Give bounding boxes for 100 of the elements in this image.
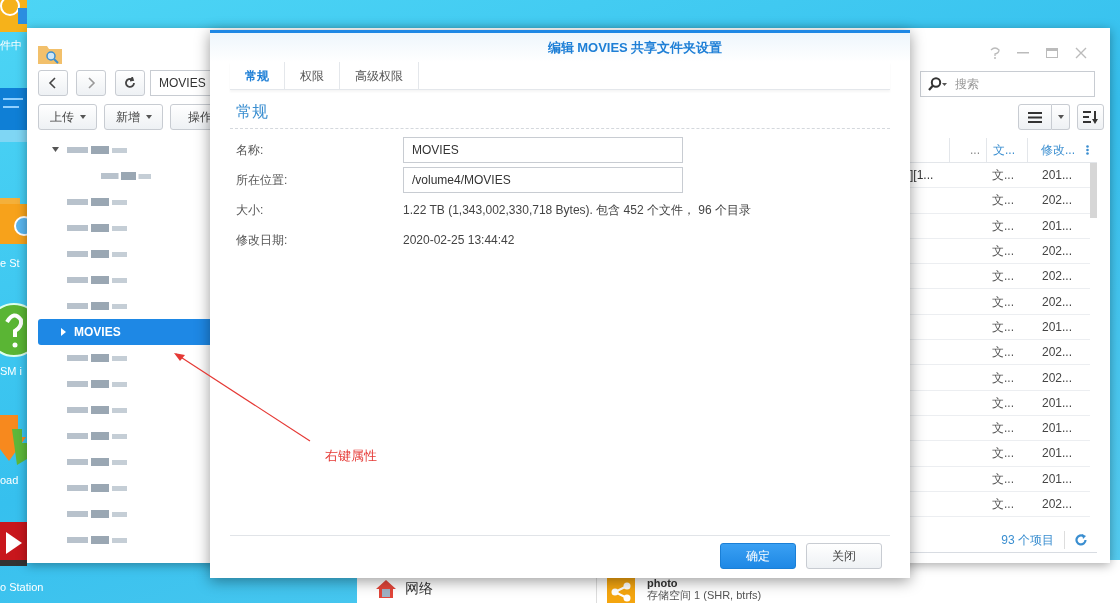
table-cell-text: 文... <box>991 420 1015 438</box>
tree-item-label: MOVIES <box>74 324 121 341</box>
sort-icon <box>1083 110 1098 124</box>
desktop-icon-label: e St <box>0 258 20 269</box>
search-icon[interactable] <box>928 77 948 91</box>
field-label: 修改日期: <box>235 232 289 249</box>
table-cell-text: 文... <box>991 369 1015 387</box>
close-button[interactable]: 关闭 <box>806 542 882 569</box>
help-icon[interactable] <box>0 302 27 358</box>
table-cell-text: 202... <box>1041 243 1073 261</box>
blurred-label <box>67 483 127 493</box>
search-field[interactable]: 搜索 <box>920 71 1095 97</box>
tab[interactable]: 常规 <box>230 62 285 89</box>
blurred-label <box>67 145 127 155</box>
caret-icon <box>145 115 152 119</box>
sidebar-item[interactable]: 网络 <box>405 578 433 599</box>
blurred-label <box>67 275 127 285</box>
blurred-label <box>67 405 127 415</box>
sort-button[interactable] <box>1077 104 1104 130</box>
table-cell: ][1... <box>910 168 934 183</box>
collapsed-triangle-icon[interactable] <box>60 328 66 336</box>
blurred-label <box>67 197 127 207</box>
blurred-label <box>101 171 151 181</box>
chevron-right-icon <box>85 77 97 89</box>
table-cell-text: 201... <box>1041 318 1073 336</box>
table-cell-text: 201... <box>1041 470 1073 488</box>
share-icon[interactable] <box>607 578 635 603</box>
help-icon[interactable] <box>990 47 1000 59</box>
section-title: 常规 <box>235 103 268 120</box>
toolbar-button[interactable]: 上传 <box>38 104 97 130</box>
refresh-icon <box>124 77 136 89</box>
table-cell-text: 文... <box>991 318 1015 336</box>
table-cell-text: 文... <box>991 394 1015 412</box>
refresh-icon[interactable] <box>1075 534 1087 546</box>
table-cell-text: 文... <box>991 470 1015 488</box>
table-cell-text: 202... <box>1041 192 1073 210</box>
download-icon[interactable] <box>0 415 27 467</box>
table-cell-text: 202... <box>1041 369 1073 387</box>
folder-icon[interactable] <box>0 198 27 244</box>
scrollbar[interactable] <box>1090 163 1097 218</box>
field-label: 所在位置: <box>235 172 289 189</box>
close-icon[interactable] <box>1075 47 1087 59</box>
table-cell-text: 201... <box>1041 394 1073 412</box>
blurred-label <box>67 249 127 259</box>
more-icon[interactable] <box>1086 145 1089 155</box>
video-icon[interactable] <box>0 522 27 566</box>
screen-icon[interactable] <box>0 88 27 142</box>
view-dropdown-button[interactable] <box>1052 104 1070 130</box>
list-view-button[interactable] <box>1018 104 1052 130</box>
column-header[interactable]: 文... <box>987 138 1028 162</box>
table-cell-text: 文... <box>991 293 1015 311</box>
table-cell-text: 文... <box>991 217 1015 235</box>
blurred-label <box>67 223 127 233</box>
tree-item[interactable]: MOVIES <box>38 319 210 345</box>
blurred-label <box>67 379 127 389</box>
field-label: 名称: <box>235 142 265 159</box>
table-cell-text: 202... <box>1041 293 1073 311</box>
minimize-icon[interactable] <box>1017 52 1029 54</box>
caret-icon <box>1057 115 1064 119</box>
table-cell-text: 文... <box>991 192 1015 210</box>
text-field[interactable]: /volume4/MOVIES <box>403 167 683 193</box>
blurred-label <box>67 509 127 519</box>
folder-search-icon <box>38 44 62 64</box>
field-value: 2020-02-25 13:44:42 <box>403 232 515 249</box>
blurred-label <box>67 431 127 441</box>
dialog-title: 编辑 MOVIES 共享文件夹设置 <box>546 38 723 57</box>
desktop-icon-label: o Station <box>0 582 44 593</box>
table-cell-text: 202... <box>1041 496 1073 513</box>
desktop-icon-label: oad <box>0 475 19 486</box>
back-button[interactable] <box>38 70 68 96</box>
annotation-text: 右键属性 <box>325 447 377 465</box>
blurred-label <box>67 457 127 467</box>
home-icon[interactable] <box>375 579 397 599</box>
blurred-label <box>67 535 127 545</box>
table-cell-text: 文... <box>991 496 1015 513</box>
field-value: 1.22 TB (1,343,002,330,718 Bytes). 包含 452 个文件， 96 个目录 <box>403 202 751 219</box>
item-count: 93 个项目 <box>1001 531 1065 549</box>
desktop-icon-label: 件中 <box>0 40 22 51</box>
table-cell-text: 文... <box>991 243 1015 261</box>
menu-icon <box>1028 111 1042 123</box>
share-detail: 存储空间 1 (SHR, btrfs) <box>647 589 762 602</box>
table-cell-text: 文... <box>991 268 1015 286</box>
text-field[interactable]: MOVIES <box>403 137 683 163</box>
tab[interactable]: 高级权限 <box>340 62 419 89</box>
expanded-triangle-icon[interactable] <box>52 146 59 154</box>
toolbar-button[interactable]: 新增 <box>104 104 163 130</box>
column-header[interactable]: ... <box>950 138 987 162</box>
caret-icon <box>79 115 86 119</box>
table-cell-text: 202... <box>1041 268 1073 286</box>
column-header[interactable]: 修改... <box>1028 138 1086 162</box>
refresh-button[interactable] <box>115 70 145 96</box>
maximize-icon[interactable] <box>1046 48 1058 58</box>
table-cell-text: 202... <box>1041 344 1073 362</box>
forward-button[interactable] <box>76 70 106 96</box>
tab[interactable]: 权限 <box>285 62 340 89</box>
share-name: photo <box>647 577 679 589</box>
chevron-left-icon <box>47 77 59 89</box>
desktop-icon-label: SM i <box>0 366 22 377</box>
blurred-label <box>67 353 127 363</box>
table-cell-text: 201... <box>1041 167 1073 185</box>
